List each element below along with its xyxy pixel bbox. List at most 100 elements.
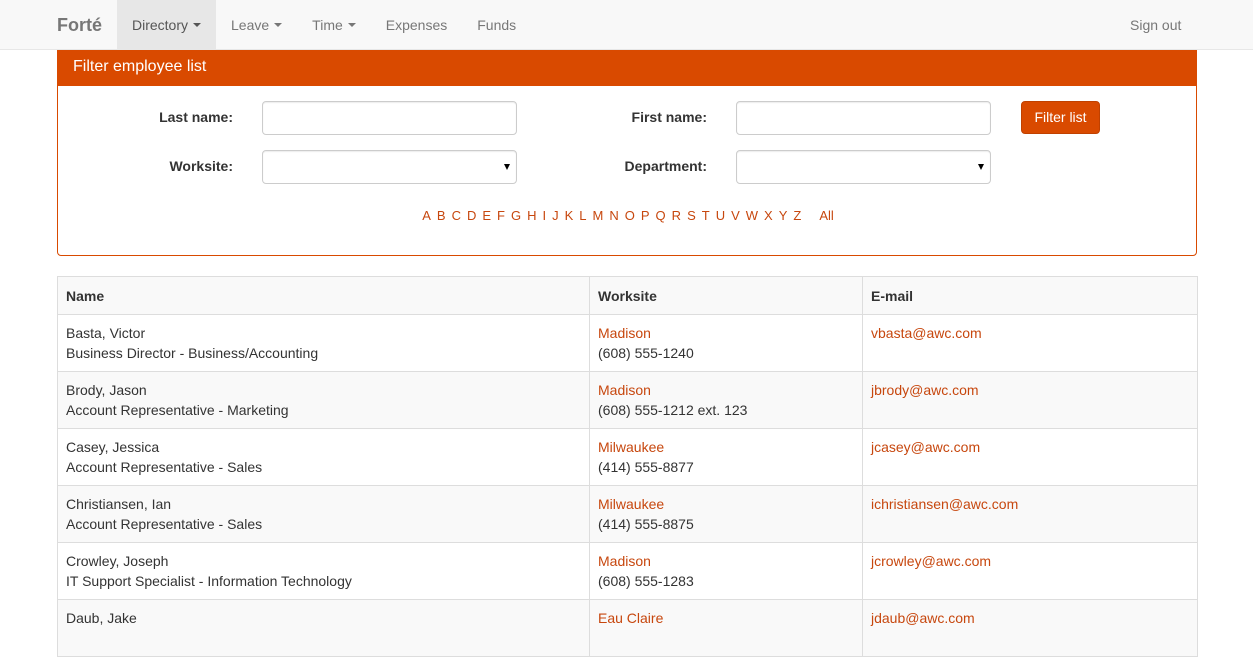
phone-number: (608) 555-1240 [598,345,694,361]
employee-name: Christiansen, Ian [66,496,172,512]
chevron-down-icon [347,23,356,27]
email-cell: jdaub@awc.com [862,599,1198,657]
letter-link-g[interactable]: G [511,208,521,223]
letter-link-n[interactable]: N [609,208,618,223]
worksite-label: Worksite: [169,158,233,174]
letter-link-r[interactable]: R [672,208,681,223]
employee-title: Account Representative - Sales [66,459,263,475]
nav-item-time[interactable]: Time [297,0,371,50]
brand-logo[interactable]: Forté [57,0,102,50]
table-row: Brody, Jason Account Representative - Mar… [57,371,1198,429]
letter-link-f[interactable]: F [497,208,505,223]
filter-list-button[interactable]: Filter list [1021,101,1100,134]
worksite-cell: Madison (608) 555-1283 [589,542,863,600]
phone-number: (414) 555-8877 [598,459,694,475]
main-nav: Directory Leave Time Expenses Funds [117,0,531,50]
employee-name: Casey, Jessica [66,439,160,455]
email-link[interactable]: ichristiansen@awc.com [871,494,1189,514]
worksite-cell: Madison (608) 555-1212 ext. 123 [589,371,863,429]
worksite-cell: Milwaukee (414) 555-8877 [589,428,863,486]
email-link[interactable]: jdaub@awc.com [871,608,1189,628]
name-cell: Brody, Jason Account Representative - Mar… [57,371,590,429]
letter-link-c[interactable]: C [452,208,461,223]
employee-table: Name Worksite E-mail Basta, Victor Busine… [57,276,1198,657]
employee-title: Account Representative - Marketing [66,402,289,418]
last-name-input[interactable] [262,101,517,135]
alphabet-filter: A B C D E F G H I J K L M N O P Q R S T U V W X Y Z All [58,208,1198,223]
letter-link-b[interactable]: B [437,208,446,223]
letter-link-y[interactable]: Y [779,208,788,223]
employee-title: Business Director - Business/Accounting [66,345,319,361]
worksite-cell: Milwaukee (414) 555-8875 [589,485,863,543]
name-cell: Crowley, Joseph IT Support Specialist - I… [57,542,590,600]
letter-link-d[interactable]: D [467,208,476,223]
email-link[interactable]: jcasey@awc.com [871,437,1189,457]
letter-link-i[interactable]: I [542,208,546,223]
nav-item-funds[interactable]: Funds [462,0,531,50]
letter-link-j[interactable]: J [552,208,559,223]
letter-link-z[interactable]: Z [793,208,801,223]
nav-item-expenses[interactable]: Expenses [371,0,462,50]
phone-number: (414) 555-8875 [598,516,694,532]
letter-link-s[interactable]: S [687,208,696,223]
employee-name: Daub, Jake [66,610,137,626]
letter-link-v[interactable]: V [731,208,740,223]
email-cell: jcasey@awc.com [862,428,1198,486]
navbar: Forté Directory Leave Time Expenses Fund… [0,0,1253,50]
phone-number: (608) 555-1212 ext. 123 [598,402,748,418]
nav-item-leave[interactable]: Leave [216,0,297,50]
email-link[interactable]: vbasta@awc.com [871,323,1189,343]
worksite-select[interactable] [262,150,517,184]
worksite-link[interactable]: Milwaukee [598,437,854,457]
worksite-link[interactable]: Madison [598,551,854,571]
email-link[interactable]: jcrowley@awc.com [871,551,1189,571]
letter-link-p[interactable]: P [641,208,650,223]
worksite-link[interactable]: Madison [598,380,854,400]
table-row: Christiansen, Ian Account Representative … [57,485,1198,543]
chevron-down-icon [504,164,510,170]
letter-link-h[interactable]: H [527,208,536,223]
table-header-row: Name Worksite E-mail [57,276,1198,315]
nav-item-label: Time [312,17,343,33]
nav-item-label: Leave [231,17,270,33]
letter-link-q[interactable]: Q [656,208,666,223]
letter-link-k[interactable]: K [565,208,574,223]
email-cell: jbrody@awc.com [862,371,1198,429]
worksite-cell: Eau Claire [589,599,863,657]
email-cell: ichristiansen@awc.com [862,485,1198,543]
letter-link-m[interactable]: M [593,208,604,223]
nav-item-label: Directory [132,17,189,33]
department-select[interactable] [736,150,991,184]
sign-out-link[interactable]: Sign out [1115,0,1196,50]
letter-link-t[interactable]: T [702,208,710,223]
worksite-link[interactable]: Eau Claire [598,608,854,628]
letter-link-l[interactable]: L [579,208,586,223]
worksite-link[interactable]: Madison [598,323,854,343]
letter-link-all[interactable]: All [819,208,833,223]
first-name-label: First name: [631,109,707,125]
worksite-link[interactable]: Milwaukee [598,494,854,514]
name-cell: Casey, Jessica Account Representative - S… [57,428,590,486]
letter-link-a[interactable]: A [422,208,431,223]
email-link[interactable]: jbrody@awc.com [871,380,1189,400]
last-name-label: Last name: [159,109,233,125]
letter-link-e[interactable]: E [482,208,491,223]
nav-item-label: Expenses [385,17,448,33]
letter-link-w[interactable]: W [746,208,758,223]
name-cell: Christiansen, Ian Account Representative … [57,485,590,543]
email-cell: vbasta@awc.com [862,314,1198,372]
table-row: Crowley, Joseph IT Support Specialist - I… [57,542,1198,600]
letter-link-o[interactable]: O [625,208,635,223]
employee-title: Account Representative - Sales [66,516,263,532]
phone-number: (608) 555-1283 [598,573,694,589]
nav-item-directory[interactable]: Directory [117,0,217,50]
filter-panel: Filter employee list Last name: First na… [57,50,1197,256]
column-header-email: E-mail [862,276,1198,315]
letter-link-x[interactable]: X [764,208,773,223]
employee-name: Crowley, Joseph [66,553,169,569]
chevron-down-icon [274,23,283,27]
letter-link-u[interactable]: U [716,208,725,223]
column-header-worksite: Worksite [589,276,863,315]
first-name-input[interactable] [736,101,991,135]
table-row: Daub, Jake Eau Claire jdaub@awc.com [57,599,1198,657]
